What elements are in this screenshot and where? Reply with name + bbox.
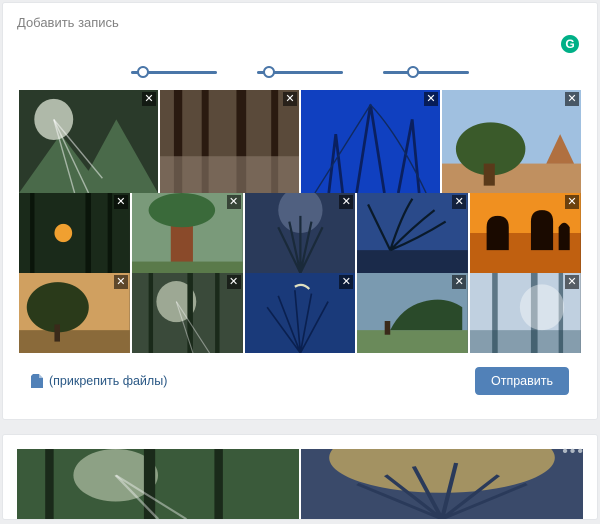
post-menu-icon[interactable]: ••• [562,443,585,461]
attach-files-label: (прикрепить файлы) [49,374,167,388]
slider-2[interactable] [257,66,343,78]
remove-thumb-icon[interactable]: ✕ [424,92,438,106]
remove-thumb-icon[interactable]: ✕ [452,195,466,209]
upload-gallery-row-3: ✕ ✕ ✕ ✕ ✕ [17,273,583,353]
grammarly-icon[interactable]: G [561,35,579,53]
upload-thumb[interactable]: ✕ [442,90,581,193]
upload-thumb[interactable]: ✕ [470,193,581,273]
feed-image[interactable] [17,449,299,519]
upload-thumb[interactable]: ✕ [160,90,299,193]
upload-thumb[interactable]: ✕ [132,273,243,353]
upload-thumb[interactable]: ✕ [357,273,468,353]
remove-thumb-icon[interactable]: ✕ [565,275,579,289]
upload-thumb[interactable]: ✕ [245,273,356,353]
slider-3[interactable] [383,66,469,78]
file-icon [31,374,43,388]
slider-group [17,66,583,78]
upload-thumb[interactable]: ✕ [245,193,356,273]
add-post-input[interactable]: Добавить запись [17,15,583,30]
remove-thumb-icon[interactable]: ✕ [452,275,466,289]
upload-thumb[interactable]: ✕ [301,90,440,193]
upload-gallery-row-2: ✕ ✕ ✕ ✕ ✕ [17,193,583,273]
upload-thumb[interactable]: ✕ [19,273,130,353]
remove-thumb-icon[interactable]: ✕ [114,275,128,289]
remove-thumb-icon[interactable]: ✕ [283,92,297,106]
remove-thumb-icon[interactable]: ✕ [565,195,579,209]
attach-files-link[interactable]: (прикрепить файлы) [31,374,167,388]
remove-thumb-icon[interactable]: ✕ [565,92,579,106]
feed-images [3,435,597,519]
upload-thumb[interactable]: ✕ [19,193,130,273]
remove-thumb-icon[interactable]: ✕ [227,275,241,289]
upload-thumb[interactable]: ✕ [470,273,581,353]
upload-thumb[interactable]: ✕ [357,193,468,273]
remove-thumb-icon[interactable]: ✕ [114,195,128,209]
send-button[interactable]: Отправить [475,367,569,395]
upload-thumb[interactable]: ✕ [132,193,243,273]
remove-thumb-icon[interactable]: ✕ [339,275,353,289]
remove-thumb-icon[interactable]: ✕ [142,92,156,106]
slider-1[interactable] [131,66,217,78]
remove-thumb-icon[interactable]: ✕ [227,195,241,209]
feed-image[interactable] [301,449,583,519]
upload-gallery-row-1: ✕ ✕ ✕ ✕ [17,90,583,193]
upload-thumb[interactable]: ✕ [19,90,158,193]
remove-thumb-icon[interactable]: ✕ [339,195,353,209]
